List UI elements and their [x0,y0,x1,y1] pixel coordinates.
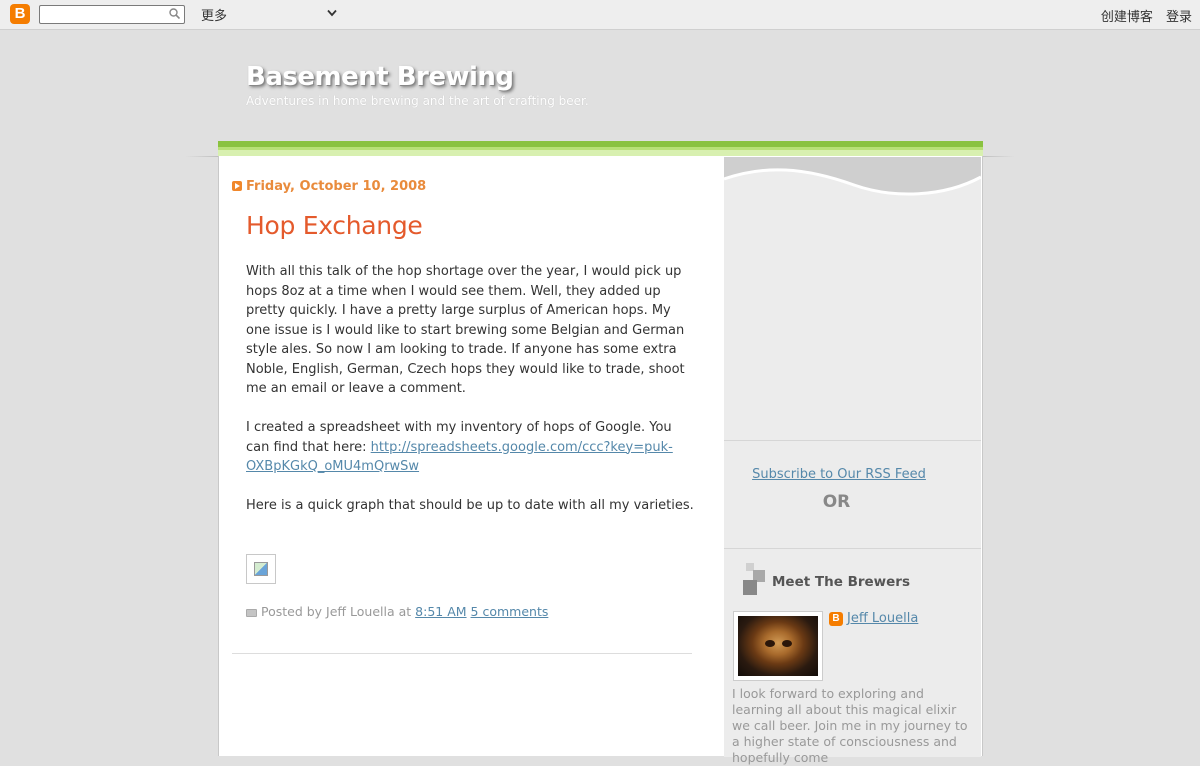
meet-brewers-title: Meet The Brewers [772,574,910,590]
chevron-down-icon[interactable] [327,9,337,17]
comments-link[interactable]: 5 comments [471,604,549,619]
post-paragraph-1: With all this talk of the hop shortage o… [246,264,685,396]
profile-photo-frame[interactable] [733,611,823,681]
header-green-bar [218,141,983,156]
search-icon[interactable] [169,8,180,19]
post-time-link[interactable]: 8:51 AM [415,604,466,619]
blogger-navbar: B 更多 创建博客 登录 [0,0,1200,30]
login-link[interactable]: 登录 [1166,10,1192,25]
avatar[interactable] [738,616,818,676]
post-divider [232,653,692,654]
blogger-logo-icon[interactable]: B [10,4,30,24]
blog-title[interactable]: Basement Brewing [246,62,514,92]
avatar-eye [782,640,792,647]
rss-feed-link[interactable]: Subscribe to Our RSS Feed [724,467,954,482]
more-menu-label[interactable]: 更多 [201,5,227,24]
post-title[interactable]: Hop Exchange [246,211,423,240]
post-footer: Posted by Jeff Louella at 8:51 AM 5 comm… [246,604,548,619]
broken-image-icon [246,554,276,584]
sidebar-wave-decoration [724,157,981,207]
avatar-eye [765,640,775,647]
sidebar-divider [724,440,981,441]
squares-icon [743,563,765,595]
post-date: Friday, October 10, 2008 [246,179,427,194]
post-body: With all this talk of the hop shortage o… [246,262,696,535]
blog-description: Adventures in home brewing and the art o… [246,94,589,108]
navbar-search-box[interactable] [39,5,185,25]
post-footer-icon [246,608,257,617]
blogger-profile-icon: B [829,612,843,626]
post-paragraph-2: I created a spreadsheet with my inventor… [246,418,696,477]
profile-name-link[interactable]: Jeff Louella [847,611,918,626]
date-arrow-icon [232,181,242,191]
profile-bio: I look forward to exploring and learning… [732,686,968,765]
sidebar-divider [724,548,981,549]
navbar-right-links: 创建博客 登录 [1092,6,1192,25]
post-paragraph-3: Here is a quick graph that should be up … [246,498,694,513]
posted-by-text: Posted by Jeff Louella at [261,604,412,619]
create-blog-link[interactable]: 创建博客 [1101,10,1153,25]
search-input[interactable] [43,10,163,25]
or-text: OR [822,492,851,512]
